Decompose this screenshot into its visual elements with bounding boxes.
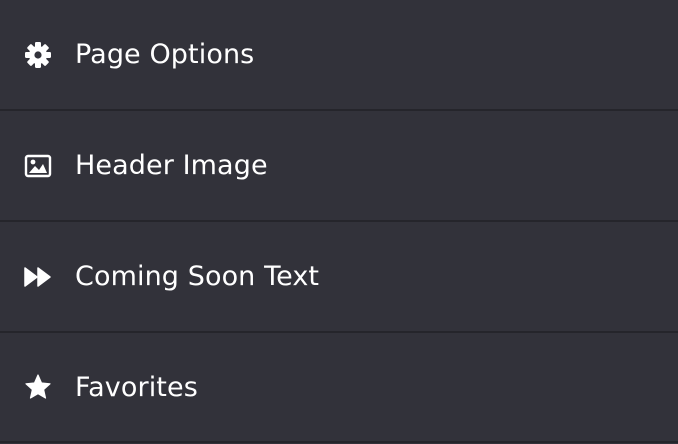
fast-forward-icon [24,263,52,291]
menu-item-label: Coming Soon Text [75,261,320,292]
menu-item-favorites[interactable]: Favorites [0,333,678,443]
settings-menu: Page Options Header Image Coming Soon Te… [0,0,678,444]
menu-item-coming-soon-text[interactable]: Coming Soon Text [0,222,678,333]
gear-icon [24,41,52,69]
star-icon [24,373,52,401]
menu-item-label: Page Options [75,39,255,70]
menu-item-label: Favorites [75,371,198,403]
menu-item-label: Header Image [75,150,268,181]
image-icon [24,152,52,180]
menu-item-page-options[interactable]: Page Options [0,0,678,111]
menu-item-header-image[interactable]: Header Image [0,111,678,222]
